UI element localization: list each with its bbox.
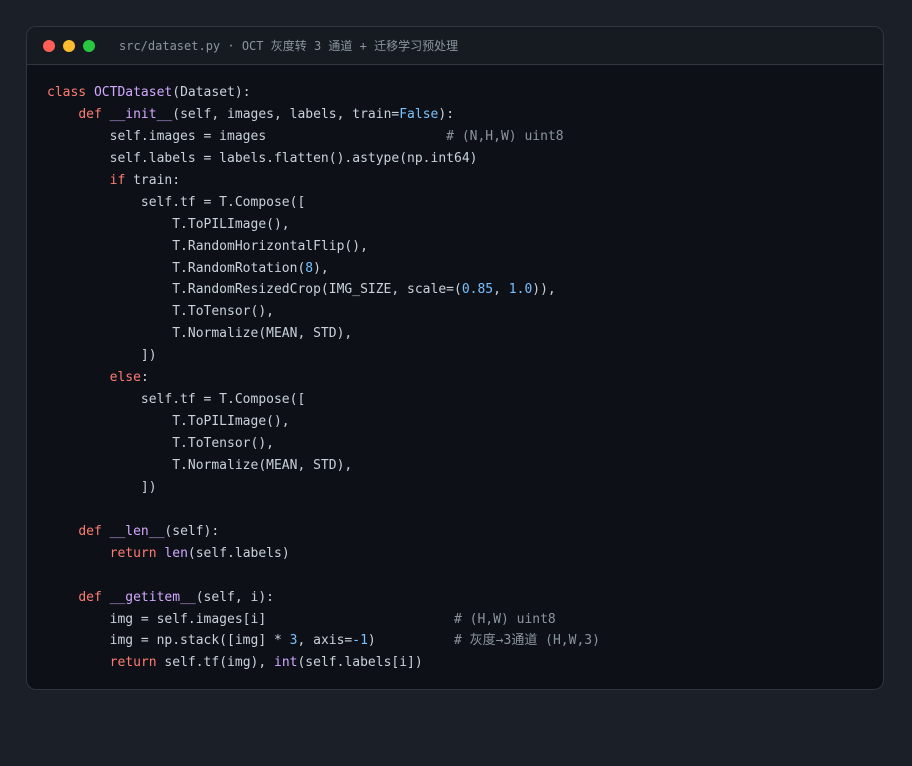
code-token: class: [47, 85, 94, 100]
code-token: T.RandomResizedCrop(IMG_SIZE, scale=(: [47, 282, 462, 298]
code-token: 1.0: [508, 282, 533, 298]
code-token: __len__: [109, 523, 165, 539]
code-line: def __len__(self):: [47, 521, 600, 543]
code-line: def __init__(self, images, labels, train…: [47, 104, 600, 126]
code-line: if train:: [47, 170, 600, 192]
code-line: else:: [47, 367, 600, 389]
code-token: __init__: [109, 106, 173, 122]
code-token: __getitem__: [109, 589, 196, 605]
code-token: :: [140, 370, 149, 386]
code-token: ): [367, 633, 455, 649]
code-token: (self.labels): [187, 545, 290, 561]
code-token: (self, i):: [195, 589, 274, 605]
code-token: T.RandomRotation(: [47, 260, 306, 276]
code-line: return self.tf(img), int(self.labels[i]): [47, 652, 600, 674]
code-line: self.labels = labels.flatten().astype(np…: [47, 148, 600, 170]
code-token: T.ToTensor(),: [47, 436, 274, 451]
code-line: img = self.images[i] # (H,W) uint8: [47, 609, 600, 631]
code-token: ):: [438, 106, 455, 122]
code-token: T.ToTensor(),: [47, 304, 274, 320]
code-token: False: [399, 106, 439, 122]
code-token: T.RandomHorizontalFlip(),: [47, 238, 368, 254]
code-token: ),: [313, 260, 329, 276]
code-line: T.ToTensor(),: [47, 301, 600, 323]
code-line: self.tf = T.Compose([: [47, 389, 600, 411]
code-line: T.Normalize(MEAN, STD),: [47, 323, 600, 345]
code-token: T.ToPILImage(),: [47, 414, 290, 430]
code-token: self.labels = labels.flatten().astype(np…: [47, 150, 478, 166]
code-token: OCTDataset: [93, 85, 173, 100]
code-token: return: [109, 655, 165, 671]
code-token: (self.labels[i]): [297, 655, 423, 671]
code-line: return len(self.labels): [47, 543, 600, 565]
title-bar: src/dataset.py · OCT 灰度转 3 通道 + 迁移学习预处理: [27, 27, 883, 65]
code-token: img = np.stack([img] *: [47, 633, 290, 649]
code-token: ,: [493, 282, 509, 298]
close-dot-icon[interactable]: [43, 39, 55, 52]
code-token: (Dataset):: [172, 85, 251, 100]
code-token: else: [109, 370, 141, 386]
code-token: self.tf = T.Compose([: [47, 194, 306, 210]
window-title: src/dataset.py · OCT 灰度转 3 通道 + 迁移学习预处理: [119, 39, 459, 53]
code-line: T.RandomResizedCrop(IMG_SIZE, scale=(0.8…: [47, 279, 600, 301]
code-line: self.tf = T.Compose([: [47, 192, 600, 214]
code-token: def: [78, 106, 110, 122]
code-token: 0.85: [461, 282, 494, 298]
code-line: T.Normalize(MEAN, STD),: [47, 455, 600, 477]
code-line: class OCTDataset(Dataset):: [47, 82, 600, 104]
code-token: # 灰度→3通道 (H,W,3): [454, 633, 600, 649]
code-token: )),: [532, 282, 556, 298]
code-block: class OCTDataset(Dataset): def __init__(…: [47, 82, 600, 674]
code-token: T.Normalize(MEAN, STD),: [47, 457, 353, 473]
code-token: def: [78, 589, 110, 605]
code-token: (self, images, labels, train=: [172, 106, 400, 122]
code-token: if: [109, 172, 126, 188]
code-token: T.Normalize(MEAN, STD),: [47, 326, 353, 342]
code-token: len: [164, 545, 188, 561]
code-token: -1: [352, 633, 368, 649]
minimize-dot-icon[interactable]: [63, 39, 75, 52]
code-line: self.images = images # (N,H,W) uint8: [47, 126, 600, 148]
code-token: ]): [47, 479, 157, 495]
code-token: return: [109, 545, 165, 561]
code-token: self.tf = T.Compose([: [47, 392, 306, 408]
code-token: 8: [305, 260, 314, 276]
code-line: img = np.stack([img] * 3, axis=-1) # 灰度→…: [47, 630, 600, 652]
code-line: T.RandomHorizontalFlip(),: [47, 236, 600, 258]
code-token: self.tf(img),: [164, 655, 274, 671]
maximize-dot-icon[interactable]: [83, 39, 95, 52]
code-token: # (N,H,W) uint8: [446, 128, 564, 144]
code-line: T.ToPILImage(),: [47, 411, 600, 433]
code-token: self.images = images: [47, 128, 447, 144]
code-line: T.ToPILImage(),: [47, 214, 600, 236]
code-line: ]): [47, 345, 600, 367]
code-line: ]): [47, 477, 600, 499]
code-window: src/dataset.py · OCT 灰度转 3 通道 + 迁移学习预处理 …: [26, 26, 884, 690]
code-token: img = self.images[i]: [47, 611, 454, 627]
code-line: T.ToTensor(),: [47, 433, 600, 455]
code-token: (self):: [164, 523, 220, 539]
code-token: T.ToPILImage(),: [47, 216, 290, 232]
code-token: , axis=: [297, 633, 353, 649]
code-line: T.RandomRotation(8),: [47, 258, 600, 280]
code-token: ]): [47, 348, 157, 364]
code-line: def __getitem__(self, i):: [47, 587, 600, 609]
code-token: # (H,W) uint8: [454, 611, 556, 627]
code-token: int: [274, 655, 298, 671]
code-token: def: [78, 523, 110, 539]
code-token: train:: [125, 172, 181, 188]
